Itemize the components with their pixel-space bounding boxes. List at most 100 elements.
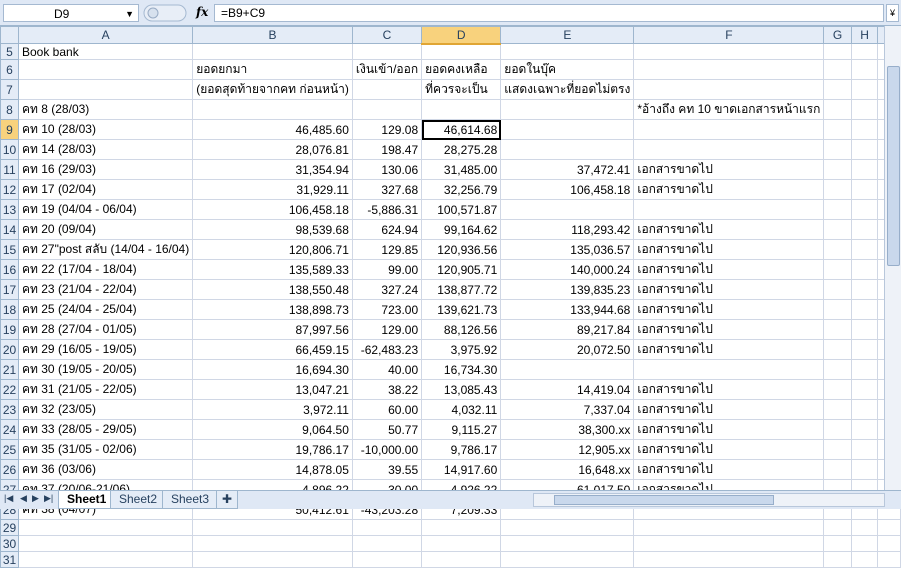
row-header[interactable]: 30 [0, 535, 19, 552]
cell-d15[interactable]: 120,936.56 [421, 239, 502, 260]
cell-c30[interactable] [351, 535, 423, 552]
cell-b24[interactable]: 9,064.50 [192, 419, 353, 440]
cell-a15[interactable]: คท 27"post สลับ (14/04 - 16/04) [17, 239, 194, 260]
cell-b26[interactable]: 14,878.05 [192, 459, 353, 480]
row-header[interactable]: 25 [0, 439, 19, 460]
cell-b17[interactable]: 138,550.48 [192, 279, 353, 300]
row-header[interactable]: 23 [0, 399, 19, 420]
cell-e10[interactable] [500, 139, 635, 160]
cell-f25[interactable]: เอกสารขาดไป [633, 439, 825, 460]
empty-cell[interactable] [850, 179, 879, 200]
cell-c29[interactable] [351, 519, 423, 536]
cell-a9[interactable]: คท 10 (28/03) [17, 119, 194, 140]
empty-cell[interactable] [877, 535, 901, 552]
cell-b6[interactable]: ยอดยกมา [192, 59, 353, 80]
cell-c21[interactable]: 40.00 [351, 359, 423, 380]
cell-f31[interactable] [633, 551, 825, 568]
cell-d10[interactable]: 28,275.28 [421, 139, 502, 160]
cell-b15[interactable]: 120,806.71 [192, 239, 353, 260]
horizontal-scrollbar[interactable] [533, 493, 885, 507]
row-header[interactable]: 10 [0, 139, 19, 160]
cell-a20[interactable]: คท 29 (16/05 - 19/05) [17, 339, 194, 360]
horizontal-scroll-thumb[interactable] [554, 495, 774, 505]
cell-b10[interactable]: 28,076.81 [192, 139, 353, 160]
cell-c9[interactable]: 129.08 [351, 119, 423, 140]
cell-b5[interactable] [192, 43, 353, 60]
cell-a21[interactable]: คท 30 (19/05 - 20/05) [17, 359, 194, 380]
cell-f6[interactable] [633, 59, 825, 80]
chevron-down-icon[interactable]: ▼ [125, 9, 134, 19]
empty-cell[interactable] [823, 219, 852, 240]
cell-b29[interactable] [192, 519, 353, 536]
cell-f15[interactable]: เอกสารขาดไป [633, 239, 825, 260]
empty-cell[interactable] [823, 99, 852, 120]
cell-d25[interactable]: 9,786.17 [421, 439, 502, 460]
cell-c24[interactable]: 50.77 [351, 419, 423, 440]
cell-e13[interactable] [500, 199, 635, 220]
cell-d23[interactable]: 4,032.11 [421, 399, 502, 420]
cell-b23[interactable]: 3,972.11 [192, 399, 353, 420]
cell-d8[interactable] [421, 99, 502, 120]
cell-d18[interactable]: 139,621.73 [421, 299, 502, 320]
row-header[interactable]: 21 [0, 359, 19, 380]
empty-cell[interactable] [823, 519, 852, 536]
cell-e19[interactable]: 89,217.84 [500, 319, 635, 340]
cell-e15[interactable]: 135,036.57 [500, 239, 635, 260]
cell-d5[interactable] [421, 43, 502, 60]
cell-c26[interactable]: 39.55 [351, 459, 423, 480]
sheet-tab[interactable]: Sheet2 [110, 491, 167, 509]
cell-f16[interactable]: เอกสารขาดไป [633, 259, 825, 280]
cell-a10[interactable]: คท 14 (28/03) [17, 139, 194, 160]
cell-a12[interactable]: คท 17 (02/04) [17, 179, 194, 200]
cell-e7[interactable]: แสดงเฉพาะที่ยอดไม่ตรง [500, 79, 635, 100]
empty-cell[interactable] [823, 551, 852, 568]
cell-e18[interactable]: 133,944.68 [500, 299, 635, 320]
cell-d22[interactable]: 13,085.43 [421, 379, 502, 400]
cell-e24[interactable]: 38,300.xx [500, 419, 635, 440]
column-header-g[interactable]: G [823, 26, 852, 44]
empty-cell[interactable] [823, 79, 852, 100]
empty-cell[interactable] [823, 359, 852, 380]
cell-d31[interactable] [421, 551, 502, 568]
empty-cell[interactable] [823, 339, 852, 360]
cell-a5[interactable]: Book bank [17, 43, 194, 60]
cell-e5[interactable] [500, 43, 635, 60]
cell-c14[interactable]: 624.94 [351, 219, 423, 240]
row-header[interactable]: 14 [0, 219, 19, 240]
cell-d13[interactable]: 100,571.87 [421, 199, 502, 220]
empty-cell[interactable] [877, 519, 901, 536]
row-header[interactable]: 9 [0, 119, 19, 140]
cell-b7[interactable]: (ยอดสุดท้ายจากคท ก่อนหน้า) [192, 79, 353, 100]
cell-c20[interactable]: -62,483.23 [351, 339, 423, 360]
row-header[interactable]: 8 [0, 99, 19, 120]
empty-cell[interactable] [823, 119, 852, 140]
empty-cell[interactable] [850, 439, 879, 460]
row-header[interactable]: 6 [0, 59, 19, 80]
empty-cell[interactable] [877, 551, 901, 568]
last-sheet-icon[interactable]: ▶| [44, 493, 53, 504]
cell-d14[interactable]: 99,164.62 [421, 219, 502, 240]
cell-e20[interactable]: 20,072.50 [500, 339, 635, 360]
cell-f7[interactable] [633, 79, 825, 100]
row-header[interactable]: 16 [0, 259, 19, 280]
empty-cell[interactable] [850, 279, 879, 300]
row-header[interactable]: 17 [0, 279, 19, 300]
empty-cell[interactable] [850, 219, 879, 240]
cell-b25[interactable]: 19,786.17 [192, 439, 353, 460]
select-all-corner[interactable] [0, 26, 19, 44]
cell-e31[interactable] [500, 551, 635, 568]
empty-cell[interactable] [850, 379, 879, 400]
cell-d26[interactable]: 14,917.60 [421, 459, 502, 480]
empty-cell[interactable] [823, 159, 852, 180]
cell-f22[interactable]: เอกสารขาดไป [633, 379, 825, 400]
row-header[interactable]: 26 [0, 459, 19, 480]
cell-f10[interactable] [633, 139, 825, 160]
cell-f13[interactable] [633, 199, 825, 220]
row-header[interactable]: 20 [0, 339, 19, 360]
empty-cell[interactable] [823, 279, 852, 300]
row-header[interactable]: 18 [0, 299, 19, 320]
cell-d19[interactable]: 88,126.56 [421, 319, 502, 340]
cell-a22[interactable]: คท 31 (21/05 - 22/05) [17, 379, 194, 400]
cell-b13[interactable]: 106,458.18 [192, 199, 353, 220]
cell-a19[interactable]: คท 28 (27/04 - 01/05) [17, 319, 194, 340]
